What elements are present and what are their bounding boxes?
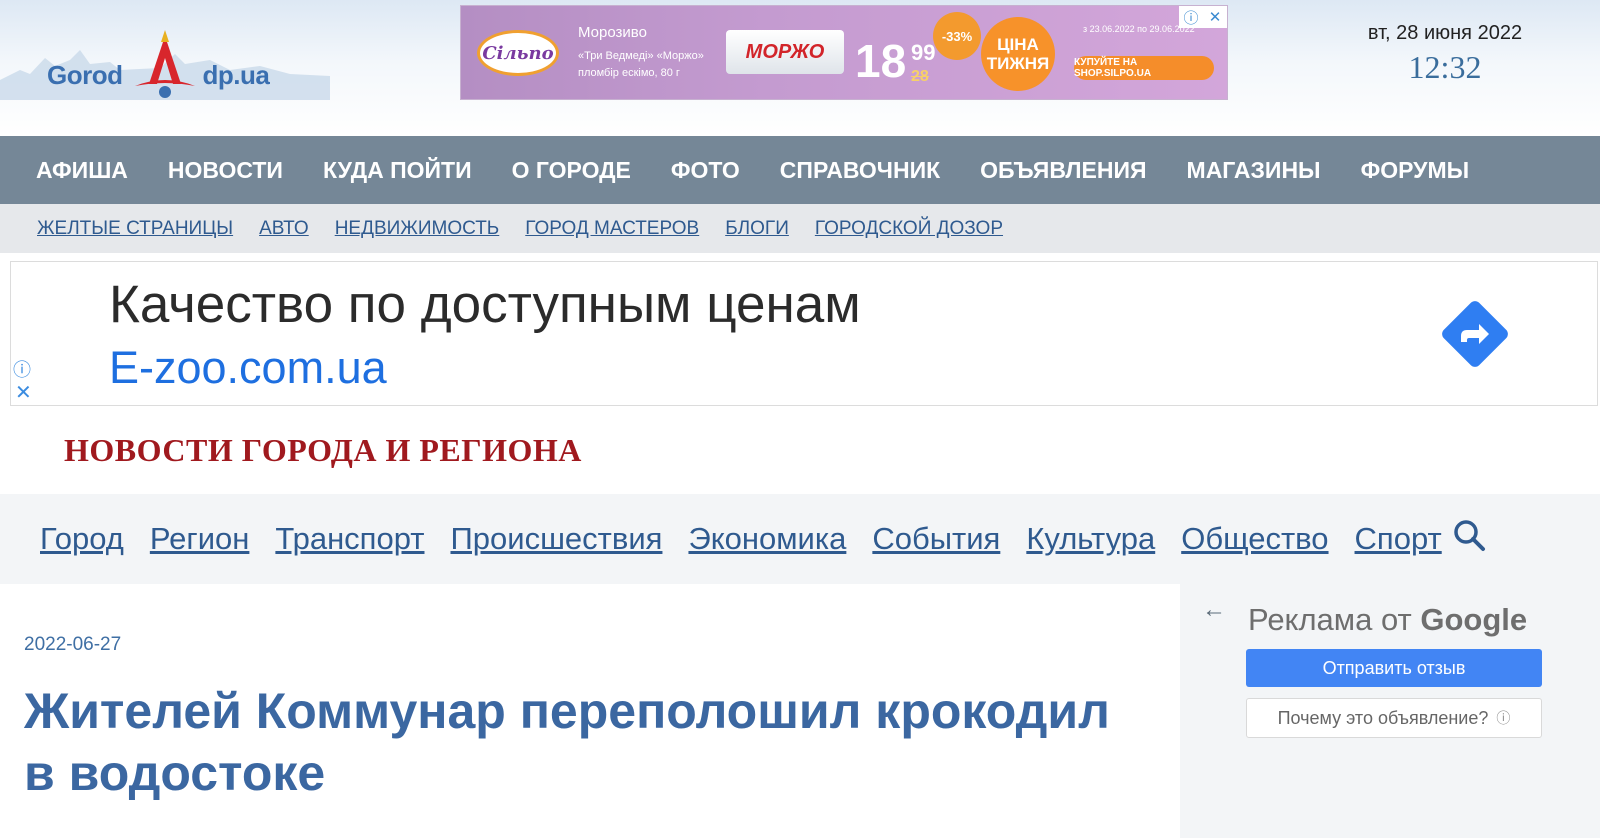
ad-info-icon[interactable]: ⓘ	[1179, 6, 1203, 28]
ad-by-label: Реклама от	[1248, 602, 1412, 637]
discount-badge: -33%	[933, 12, 981, 60]
logo-text-right: dp.ua	[202, 60, 270, 90]
sub-nav-link[interactable]: АВТО	[259, 218, 309, 240]
search-icon[interactable]	[1452, 518, 1488, 554]
ad-headline[interactable]: Качество по доступным ценам	[109, 274, 861, 335]
send-feedback-button[interactable]: Отправить отзыв	[1246, 649, 1542, 687]
site-header: Gorod dp.ua Сільпо Морозиво «Три Ведмеді»…	[0, 0, 1600, 136]
category-link[interactable]: Спорт	[1355, 521, 1442, 557]
main-nav-item[interactable]: ОБЪЯВЛЕНИЯ	[980, 157, 1146, 184]
arrow-right-icon[interactable]	[1435, 294, 1515, 374]
send-feedback-label: Отправить отзыв	[1322, 657, 1466, 678]
buy-button[interactable]: КУПУЙТЕ НА SHOP.SILPO.UA	[1074, 56, 1214, 80]
sidebar-ad-panel: ← Реклама от Google Отправить отзыв Поче…	[1180, 584, 1600, 838]
site-logo[interactable]: Gorod dp.ua	[0, 0, 330, 112]
current-time: 12:32	[1408, 49, 1482, 85]
date-time: вт, 28 июня 2022 12:32	[1340, 22, 1550, 86]
sub-nav-link[interactable]: ГОРОДСКОЙ ДОЗОР	[815, 218, 1003, 240]
ad-by-google-title: Реклама от Google	[1248, 602, 1527, 638]
info-small-icon: ⓘ	[1496, 710, 1511, 726]
category-link[interactable]: События	[872, 521, 1000, 557]
main-nav-item[interactable]: НОВОСТИ	[168, 157, 283, 184]
category-nav: Город Регион Транспорт Происшествия Экон…	[0, 494, 1600, 584]
main-nav-item[interactable]: КУДА ПОЙТИ	[323, 157, 472, 184]
price-cents: 99	[911, 40, 936, 65]
article-date: 2022-06-27	[24, 634, 122, 655]
category-link[interactable]: Общество	[1181, 521, 1328, 557]
silpo-logo: Сільпо	[477, 30, 559, 76]
sub-nav-link[interactable]: НЕДВИЖИМОСТЬ	[335, 218, 500, 240]
category-link[interactable]: Регион	[150, 521, 250, 557]
sub-nav-link[interactable]: БЛОГИ	[725, 218, 789, 240]
category-link[interactable]: Экономика	[688, 521, 846, 557]
sub-nav-link[interactable]: ГОРОД МАСТЕРОВ	[525, 218, 699, 240]
ad-url[interactable]: E-zoo.com.ua	[109, 342, 387, 394]
article: 2022-06-27 Жителей Коммунар переполошил …	[0, 584, 1180, 838]
category-link[interactable]: Город	[40, 521, 124, 557]
sub-nav-link[interactable]: ЖЕЛТЫЕ СТРАНИЦЫ	[37, 218, 233, 240]
category-link[interactable]: Происшествия	[450, 521, 662, 557]
why-this-ad-label: Почему это объявление?	[1277, 707, 1489, 728]
logo-text-left: Gorod	[47, 60, 123, 90]
product-pack: МОРЖО	[726, 30, 844, 74]
price-old: 28	[911, 68, 929, 85]
back-arrow-icon[interactable]: ←	[1202, 596, 1226, 624]
price-main: 18	[855, 35, 907, 87]
article-title[interactable]: Жителей Коммунар переполошил крокодил в …	[24, 680, 1144, 804]
sub-nav: ЖЕЛТЫЕ СТРАНИЦЫ АВТО НЕДВИЖИМОСТЬ ГОРОД …	[0, 204, 1600, 253]
ad-close-icon[interactable]: ✕	[1203, 6, 1227, 28]
logo-tower-icon	[135, 30, 195, 98]
category-link[interactable]: Транспорт	[275, 521, 424, 557]
category-link[interactable]: Культура	[1026, 521, 1155, 557]
close-icon[interactable]: ✕	[15, 380, 32, 405]
google-brand: Google	[1420, 602, 1528, 637]
promo-dates: з 23.06.2022 по 29.06.2022	[1083, 24, 1195, 34]
main-nav: АФИША НОВОСТИ КУДА ПОЙТИ О ГОРОДЕ ФОТО С…	[0, 136, 1600, 204]
main-nav-item[interactable]: МАГАЗИНЫ	[1187, 157, 1321, 184]
info-icon[interactable]: ⓘ	[13, 356, 31, 382]
promo-badge: ЦІНА ТИЖНЯ	[981, 17, 1055, 91]
product-name: Морозиво	[578, 24, 647, 41]
current-date: вт, 28 июня 2022	[1367, 22, 1523, 44]
main-nav-item[interactable]: ФОРУМЫ	[1361, 157, 1470, 184]
top-ad-banner[interactable]: Сільпо Морозиво «Три Ведмеді» «Моржо» пл…	[460, 5, 1228, 100]
text-ad-block[interactable]: Качество по доступным ценам E-zoo.com.ua…	[10, 261, 1598, 406]
product-description: «Три Ведмеді» «Моржо» пломбір ескімо, 80…	[578, 50, 704, 79]
main-nav-item[interactable]: АФИША	[36, 157, 128, 184]
main-nav-item[interactable]: СПРАВОЧНИК	[780, 157, 940, 184]
ad-controls: ⓘ ✕	[1179, 6, 1227, 28]
main-nav-item[interactable]: О ГОРОДЕ	[512, 157, 631, 184]
main-nav-item[interactable]: ФОТО	[671, 157, 740, 184]
why-this-ad-button[interactable]: Почему это объявление? ⓘ	[1246, 698, 1542, 738]
section-title: НОВОСТИ ГОРОДА И РЕГИОНА	[64, 432, 582, 468]
